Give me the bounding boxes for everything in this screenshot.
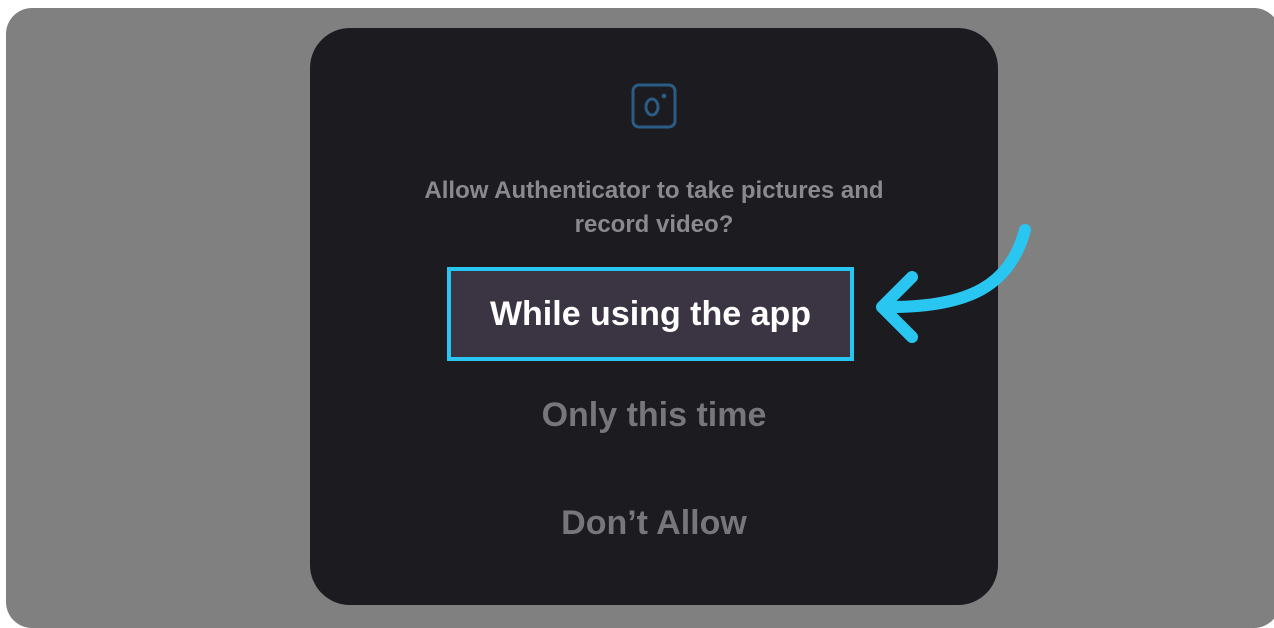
dont-allow-button[interactable]: Don’t Allow — [310, 504, 998, 543]
while-using-app-label: While using the app — [489, 294, 812, 333]
message-line-1: Allow Authenticator to take pictures and — [424, 177, 884, 204]
screen-backdrop: Allow Authenticator to take pictures and… — [6, 8, 1274, 628]
camera-icon — [631, 83, 677, 129]
arrow-icon — [876, 224, 1031, 343]
while-using-app-button[interactable]: While using the app — [447, 267, 854, 361]
only-this-time-button[interactable]: Only this time — [310, 396, 998, 435]
